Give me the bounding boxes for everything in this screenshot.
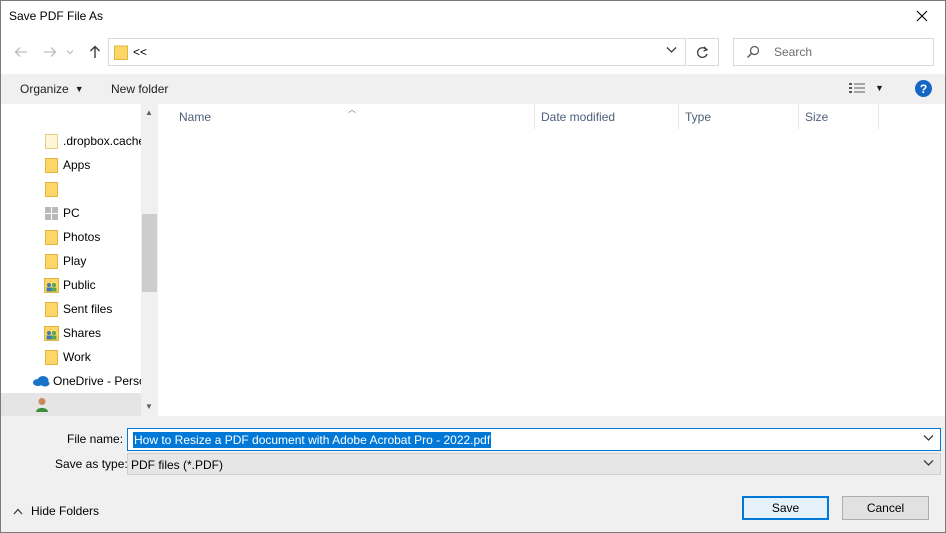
cancel-button[interactable]: Cancel: [842, 496, 929, 520]
close-button[interactable]: [899, 1, 945, 31]
save-as-type-label: Save as type:: [55, 457, 128, 471]
navigation-pane: .dropbox.cache Apps PC Photos Play Publi…: [1, 104, 158, 417]
folder-icon: [41, 157, 61, 173]
folder-icon: [41, 253, 61, 269]
folder-icon: [41, 301, 61, 317]
nav-item-user[interactable]: [1, 393, 141, 417]
new-folder-label: New folder: [111, 82, 169, 96]
chevron-down-icon: [923, 460, 934, 466]
arrow-left-icon: [14, 47, 27, 57]
shared-folder-icon: [41, 325, 61, 341]
organize-button[interactable]: Organize ▼: [20, 82, 84, 96]
scrollbar-thumb[interactable]: [142, 214, 157, 292]
hide-folders-button[interactable]: Hide Folders: [13, 504, 99, 518]
new-folder-button[interactable]: New folder: [111, 82, 168, 96]
chevron-up-icon: [13, 508, 23, 514]
caret-down-icon: ▼: [74, 84, 84, 94]
nav-item-label: PC: [63, 206, 80, 220]
chevron-down-icon: [66, 50, 74, 55]
details-view-icon: [849, 83, 865, 93]
search-icon: [747, 45, 760, 58]
file-name-value: How to Resize a PDF document with Adobe …: [133, 432, 492, 448]
help-button[interactable]: ?: [915, 80, 932, 97]
column-label: Name: [179, 109, 212, 124]
caret-down-icon: ▼: [875, 83, 884, 93]
hide-folders-label: Hide Folders: [31, 504, 100, 518]
arrow-right-icon: [44, 47, 57, 57]
address-path: <<: [133, 45, 148, 59]
column-header-size[interactable]: Size: [799, 104, 879, 129]
toolbar: Organize ▼ New folder ▼ ?: [1, 74, 945, 104]
column-label: Type: [685, 109, 712, 124]
folder-icon: [41, 133, 61, 149]
folder-icon: [41, 181, 61, 197]
nav-item-onedrive[interactable]: OneDrive - Perso: [32, 369, 141, 393]
nav-item-label: Work: [63, 350, 91, 364]
save-as-type-select[interactable]: PDF files (*.PDF): [127, 453, 941, 475]
back-button[interactable]: [10, 41, 32, 63]
organize-label: Organize: [20, 82, 69, 96]
nav-item-label: Sent files: [63, 302, 113, 316]
save-dialog: Save PDF File As << Search Organize ▼ New…: [0, 0, 946, 533]
save-button[interactable]: Save: [742, 496, 829, 520]
close-icon: [916, 10, 928, 22]
nav-item-label: Photos: [63, 230, 101, 244]
column-label: Date modified: [541, 109, 616, 124]
recent-locations-button[interactable]: [63, 41, 77, 63]
nav-scrollbar[interactable]: ▲ ▼: [141, 104, 158, 416]
save-as-type-value: PDF files (*.PDF): [131, 458, 224, 472]
nav-item-label: Public: [63, 278, 96, 292]
column-header-type[interactable]: Type: [679, 104, 799, 129]
scroll-up-icon[interactable]: ▲: [145, 108, 153, 117]
window-title: Save PDF File As: [9, 9, 104, 23]
title-bar: Save PDF File As: [1, 1, 945, 31]
column-header-name[interactable]: Name: [173, 104, 535, 129]
change-view-button[interactable]: ▼: [849, 82, 884, 94]
search-input[interactable]: Search: [733, 38, 934, 66]
refresh-button[interactable]: [687, 38, 719, 66]
folder-icon: [41, 229, 61, 245]
column-header-date-modified[interactable]: Date modified: [535, 104, 679, 129]
onedrive-icon: [32, 375, 50, 387]
forward-button[interactable]: [39, 41, 61, 63]
nav-item-label: OneDrive - Perso: [53, 374, 141, 388]
refresh-icon: [696, 46, 709, 58]
address-bar[interactable]: <<: [108, 38, 686, 66]
pc-icon: [41, 206, 61, 220]
chevron-down-icon[interactable]: [666, 46, 677, 54]
nav-item-label: Play: [63, 254, 87, 268]
file-list[interactable]: ︿ Name Date modified Type Size: [158, 104, 945, 416]
chevron-down-icon[interactable]: [923, 434, 934, 442]
folder-icon: [41, 349, 61, 365]
file-name-input[interactable]: How to Resize a PDF document with Adobe …: [127, 428, 941, 451]
up-button[interactable]: [84, 41, 106, 63]
nav-item-label: Shares: [63, 326, 102, 340]
arrow-up-icon: [90, 45, 100, 58]
scroll-down-icon[interactable]: ▼: [145, 402, 153, 411]
file-name-label: File name:: [67, 432, 124, 446]
save-form: File name: How to Resize a PDF document …: [1, 416, 945, 532]
nav-item-label: .dropbox.cache: [63, 134, 146, 148]
search-placeholder: Search: [774, 45, 813, 59]
nav-item-label: Apps: [63, 158, 91, 172]
shared-folder-icon: [41, 277, 61, 293]
folder-icon: [114, 45, 128, 60]
user-icon: [32, 397, 52, 413]
column-label: Size: [805, 109, 829, 124]
